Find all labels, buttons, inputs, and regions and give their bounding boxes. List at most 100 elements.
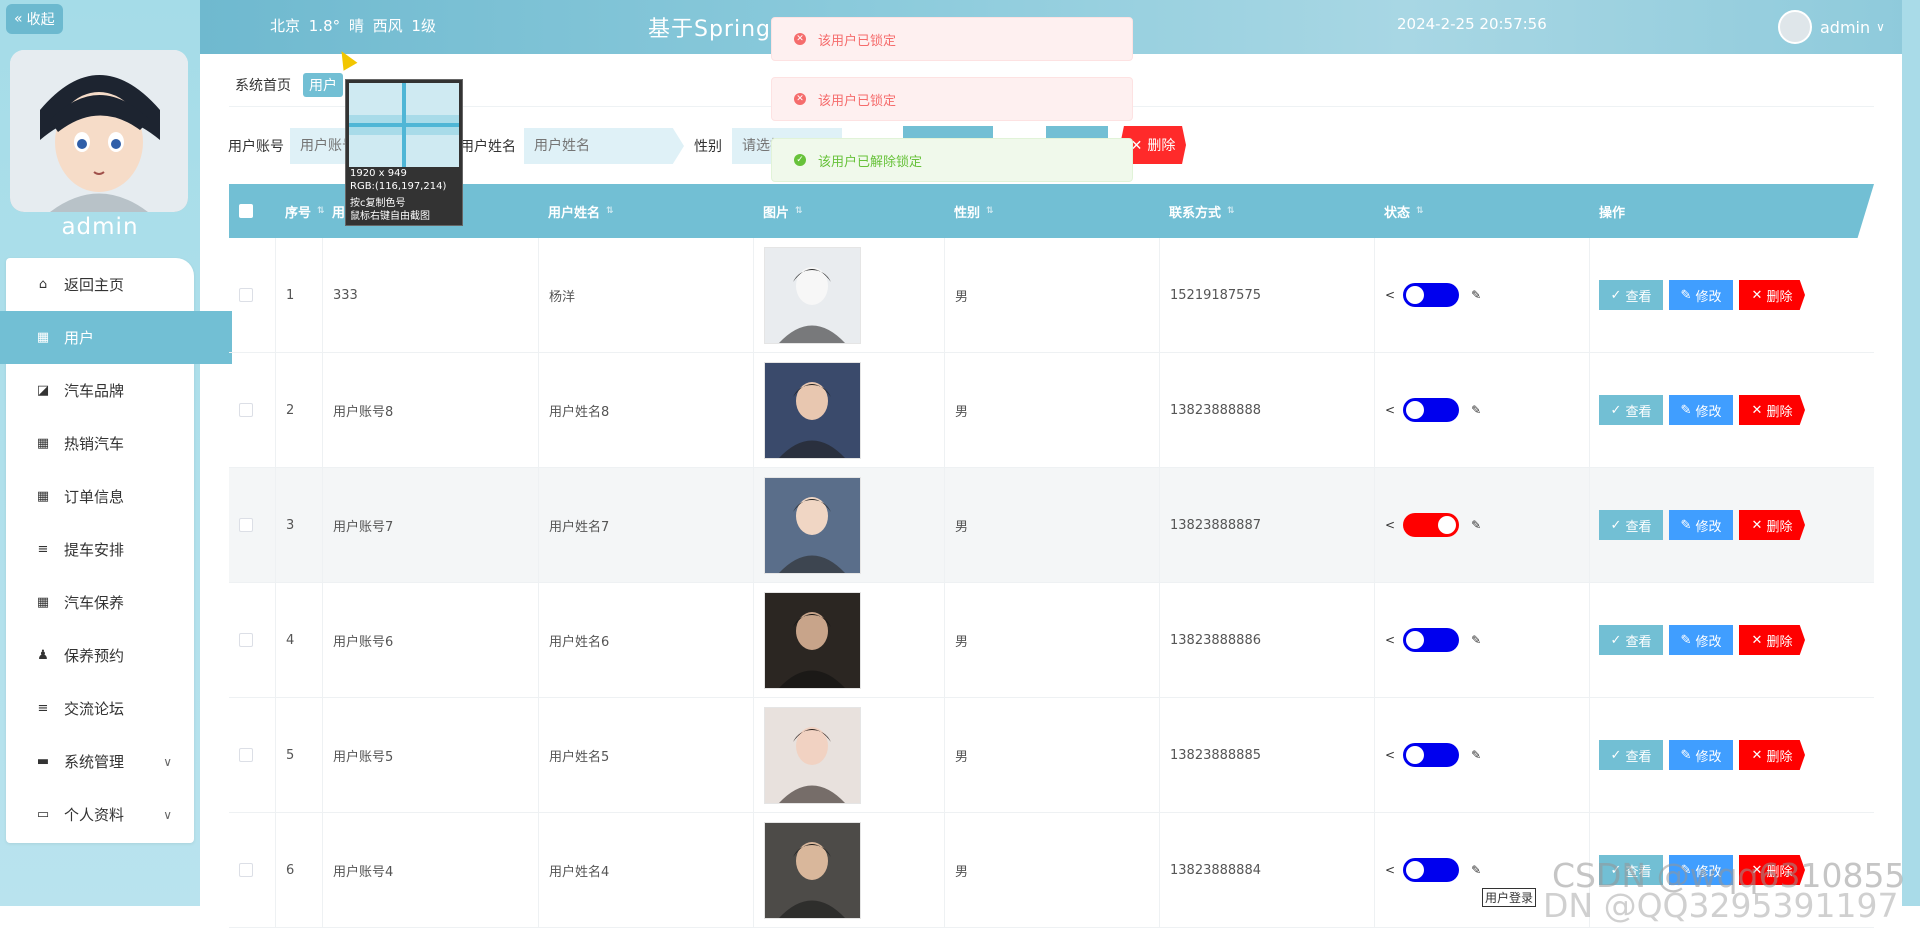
sidebar-item-system[interactable]: ▬ 系统管理 ∨ [6, 735, 194, 788]
lock-toggle[interactable] [1403, 513, 1460, 537]
row-checkbox[interactable] [239, 518, 253, 532]
table-row: 1 333 杨洋 男 15219187575 < ✎ ✓ 查看 ✎ 修改 ✕ 删除 [229, 238, 1874, 353]
sidebar-item-orders[interactable]: ▦ 订单信息 [6, 470, 194, 523]
edit-button[interactable]: ✎ 修改 [1669, 510, 1733, 540]
cell-account: 用户账号6 [333, 634, 394, 650]
sidebar-item-profile[interactable]: ▭ 个人资料 ∨ [6, 788, 194, 841]
breadcrumb-home[interactable]: 系统首页 [229, 73, 297, 97]
delete-button[interactable]: ✕ 删除 [1739, 625, 1805, 655]
user-photo[interactable] [764, 821, 861, 919]
cell-account: 用户账号5 [333, 749, 394, 765]
error-icon: ✕ [794, 93, 806, 105]
cell-gender: 男 [955, 519, 969, 535]
delete-button[interactable]: ✕ 删除 [1739, 280, 1805, 310]
collapse-label: 收起 [26, 12, 55, 28]
cell-gender: 男 [955, 749, 969, 765]
cell-account: 用户账号4 [333, 864, 394, 880]
collapse-button[interactable]: « 收起 [6, 4, 63, 34]
sidebar-item-maintenance[interactable]: ▦ 汽车保养 [6, 576, 194, 629]
grid-icon: ▦ [36, 595, 50, 610]
user-menu[interactable]: admin ∨ [1778, 10, 1885, 44]
sidebar-item-forum[interactable]: ≡ 交流论坛 [6, 682, 194, 735]
table-header: 序号⇅ 用户账号 用户姓名⇅ 图片⇅ 性别⇅ 联系方式⇅ 状态⇅ 操作 [229, 184, 1874, 238]
picker-size: 1920 x 949 [350, 168, 407, 179]
sidebar-item-label: 用户 [64, 329, 95, 347]
view-button[interactable]: ✓ 查看 [1599, 740, 1663, 770]
home-icon: ⌂ [38, 277, 48, 292]
edit-button[interactable]: ✎ 修改 [1669, 395, 1733, 425]
sidebar-item-label: 热销汽车 [64, 435, 125, 453]
pencil-icon[interactable]: ✎ [1471, 633, 1481, 647]
select-all-checkbox[interactable] [239, 204, 253, 218]
user-photo[interactable] [764, 246, 861, 344]
sidebar-menu: ⌂ 返回主页 ▦ 用户 ◪ 汽车品牌 ▦ 热销汽车 ▦ 订单信息 ≡ 提车安排 … [0, 258, 232, 843]
view-button[interactable]: ✓ 查看 [1599, 280, 1663, 310]
user-photo[interactable] [764, 591, 861, 689]
sidebar-item-users[interactable]: ▦ 用户 [0, 311, 232, 364]
cell-index: 3 [286, 517, 295, 533]
edit-button[interactable]: ✎ 修改 [1669, 740, 1733, 770]
column-header-status[interactable]: 状态 ⇅ [1384, 184, 1424, 238]
toast-text: 该用户已锁定 [818, 93, 897, 109]
monitor-icon: ▬ [36, 754, 50, 769]
lock-toggle[interactable] [1403, 743, 1460, 767]
lock-toggle[interactable] [1403, 398, 1460, 422]
delete-button[interactable]: ✕ 删除 [1739, 510, 1805, 540]
cell-account: 用户账号8 [333, 404, 394, 420]
column-header-gender[interactable]: 性别 ⇅ [954, 184, 994, 238]
delete-button[interactable]: ✕ 删除 [1739, 740, 1805, 770]
sidebar-item-appointment[interactable]: ♟ 保养预约 [6, 629, 194, 682]
column-header-index[interactable]: 序号 ⇅ [285, 184, 325, 238]
sidebar-item-car-brand[interactable]: ◪ 汽车品牌 [6, 364, 194, 417]
chart-icon: ◪ [36, 383, 50, 398]
close-icon: ✕ [1751, 747, 1763, 762]
sidebar-item-hot-cars[interactable]: ▦ 热销汽车 [6, 417, 194, 470]
user-photo[interactable] [764, 476, 861, 574]
edit-button[interactable]: ✎ 修改 [1669, 280, 1733, 310]
users-table: 序号⇅ 用户账号 用户姓名⇅ 图片⇅ 性别⇅ 联系方式⇅ 状态⇅ 操作 1333… [229, 184, 1874, 928]
row-checkbox[interactable] [239, 403, 253, 417]
column-header-image[interactable]: 图片 ⇅ [763, 184, 803, 238]
row-checkbox[interactable] [239, 748, 253, 762]
cell-name: 用户姓名4 [549, 864, 610, 880]
row-checkbox[interactable] [239, 288, 253, 302]
view-button[interactable]: ✓ 查看 [1599, 395, 1663, 425]
name-search-input[interactable] [524, 128, 684, 164]
sort-icon: ⇅ [1227, 206, 1235, 216]
pencil-icon[interactable]: ✎ [1471, 518, 1481, 532]
error-icon: ✕ [794, 33, 806, 45]
check-icon: ✓ [794, 154, 806, 166]
lock-toggle[interactable] [1403, 858, 1460, 882]
table-row: 3 用户账号7 用户姓名7 男 13823888887 < ✎ ✓ 查看 ✎ 修改 ✕ 删除 [229, 468, 1874, 583]
sidebar-item-home[interactable]: ⌂ 返回主页 [6, 258, 194, 311]
breadcrumb-current[interactable]: 用户 [303, 73, 343, 97]
row-checkbox[interactable] [239, 863, 253, 877]
current-datetime: 2024-2-25 20:57:56 [1397, 15, 1547, 33]
user-photo[interactable] [764, 361, 861, 459]
lock-toggle[interactable] [1403, 628, 1460, 652]
chevron-down-icon: ∨ [163, 807, 172, 822]
cell-index: 1 [286, 287, 295, 303]
column-header-phone[interactable]: 联系方式 ⇅ [1169, 184, 1235, 238]
toast-text: 该用户已解除锁定 [818, 154, 923, 170]
user-photo[interactable] [764, 706, 861, 804]
breadcrumb: 系统首页 用户 [229, 73, 343, 97]
pencil-icon[interactable]: ✎ [1471, 403, 1481, 417]
row-checkbox[interactable] [239, 633, 253, 647]
pencil-icon[interactable]: ✎ [1471, 863, 1481, 877]
edit-button[interactable]: ✎ 修改 [1669, 625, 1733, 655]
lock-toggle[interactable] [1403, 283, 1460, 307]
pencil-icon[interactable]: ✎ [1471, 288, 1481, 302]
toast-text: 该用户已锁定 [818, 33, 897, 49]
column-header-name[interactable]: 用户姓名 ⇅ [548, 184, 614, 238]
pencil-icon[interactable]: ✎ [1471, 748, 1481, 762]
delete-button[interactable]: ✕ 删除 [1739, 395, 1805, 425]
sidebar-item-pickup[interactable]: ≡ 提车安排 [6, 523, 194, 576]
share-icon: < [1385, 863, 1396, 877]
cell-gender: 男 [955, 864, 969, 880]
table-row: 4 用户账号6 用户姓名6 男 13823888886 < ✎ ✓ 查看 ✎ 修改 ✕ 删除 [229, 583, 1874, 698]
share-icon: < [1385, 288, 1396, 302]
sidebar-item-label: 提车安排 [64, 541, 125, 559]
view-button[interactable]: ✓ 查看 [1599, 510, 1663, 540]
view-button[interactable]: ✓ 查看 [1599, 625, 1663, 655]
